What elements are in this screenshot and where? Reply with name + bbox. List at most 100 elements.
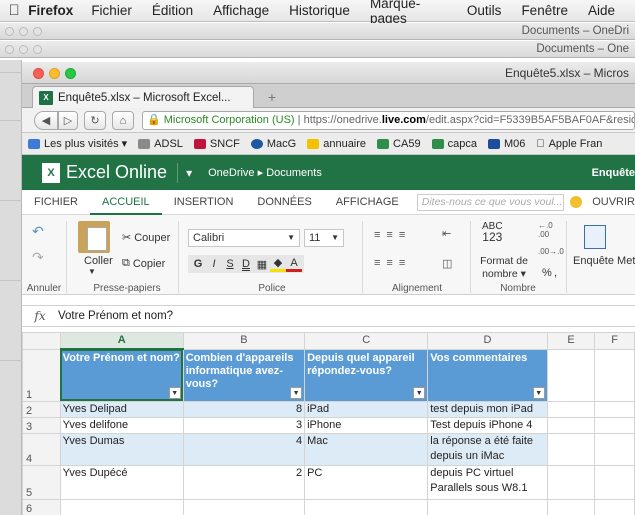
background-window-1[interactable]: Documents – OneDri bbox=[0, 23, 635, 40]
bookmark-ca59[interactable]: CA59 bbox=[377, 138, 421, 150]
cell-a5[interactable]: Yves Dupécé bbox=[59, 464, 184, 500]
row-header-6[interactable]: 6 bbox=[22, 498, 61, 515]
cell-a3[interactable]: Yves delifone bbox=[59, 416, 184, 434]
vertical-align-icons[interactable]: ≡≡≡ bbox=[374, 229, 411, 241]
cell-d6[interactable] bbox=[427, 498, 548, 515]
bookmark-macg[interactable]: MacG bbox=[250, 138, 296, 150]
bookmark-capca[interactable]: capca bbox=[431, 138, 477, 150]
filter-dropdown-icon[interactable]: ▼ bbox=[413, 386, 426, 399]
borders-icon[interactable]: ▦ bbox=[254, 258, 270, 271]
cell-c2[interactable]: iPad bbox=[304, 400, 429, 418]
url-field[interactable]: 🔒 Microsoft Corporation (US) | https://o… bbox=[142, 111, 635, 130]
menu-affichage[interactable]: Affichage bbox=[213, 3, 269, 18]
double-underline-button[interactable]: D bbox=[238, 258, 254, 270]
cell-d4[interactable]: la réponse a été faite depuis un iMac bbox=[427, 432, 548, 466]
undo-icon[interactable]: ↶ bbox=[32, 223, 44, 240]
cell-e5[interactable] bbox=[546, 464, 596, 500]
copy-button[interactable]: ⧉ Copier bbox=[122, 257, 165, 270]
cell-f3[interactable] bbox=[594, 416, 635, 434]
cell-c3[interactable]: iPhone bbox=[304, 416, 429, 434]
menu-app-firefox[interactable]: Firefox bbox=[28, 3, 73, 18]
row-header-3[interactable]: 3 bbox=[22, 416, 61, 434]
increase-decimal-icon[interactable]: ←.0.00 bbox=[538, 221, 553, 239]
menu-edition[interactable]: Édition bbox=[152, 3, 193, 18]
cell-b5[interactable]: 2 bbox=[182, 464, 306, 500]
filter-dropdown-icon[interactable]: ▼ bbox=[532, 386, 545, 399]
bookmark-adsl[interactable]: ADSL bbox=[138, 138, 183, 150]
comma-button[interactable]: , bbox=[554, 267, 557, 279]
cell-b4[interactable]: 4 bbox=[182, 432, 306, 466]
cell-f6[interactable] bbox=[594, 498, 635, 515]
back-button[interactable]: ◀ bbox=[34, 111, 58, 130]
cell-f2[interactable] bbox=[594, 400, 635, 418]
cell-e3[interactable] bbox=[546, 416, 596, 434]
cell-c4[interactable]: Mac bbox=[304, 432, 429, 466]
header-cell-d1[interactable]: Vos commentaires ▼ bbox=[427, 348, 548, 402]
filter-dropdown-icon[interactable]: ▼ bbox=[168, 386, 181, 399]
cell-a2[interactable]: Yves Delipad bbox=[59, 400, 184, 418]
row-header-5[interactable]: 5 bbox=[22, 464, 61, 500]
select-all-corner[interactable] bbox=[22, 332, 61, 350]
tab-accueil[interactable]: ACCUEIL bbox=[90, 189, 162, 215]
font-size-select[interactable]: 11 ▼ bbox=[304, 229, 344, 247]
insert-table-button[interactable]: Enquête Mettre bbox=[573, 255, 635, 267]
font-color-icon[interactable]: A bbox=[286, 257, 302, 272]
cut-button[interactable]: ✂ Couper bbox=[122, 231, 170, 245]
cell-d2[interactable]: test depuis mon iPad bbox=[427, 400, 548, 418]
bookmark-les-plus-visites[interactable]: Les plus visités ▾ bbox=[28, 137, 127, 150]
paste-button[interactable]: Coller bbox=[84, 255, 113, 267]
menu-outils[interactable]: Outils bbox=[467, 3, 502, 18]
paste-icon[interactable] bbox=[78, 221, 110, 253]
cell-b6[interactable] bbox=[182, 498, 306, 515]
menu-fenetre[interactable]: Fenêtre bbox=[521, 3, 568, 18]
number-format-icon[interactable]: ABC 123 bbox=[482, 221, 503, 243]
cell-a6[interactable] bbox=[59, 498, 184, 515]
header-cell-a1[interactable]: Votre Prénom et nom? ▼ bbox=[59, 348, 184, 402]
format-as-table-icon[interactable] bbox=[584, 225, 606, 249]
tab-affichage[interactable]: AFFICHAGE bbox=[324, 190, 411, 215]
cell-f1[interactable] bbox=[594, 348, 635, 402]
cell-c6[interactable] bbox=[304, 498, 429, 515]
apple-menu-icon[interactable]:  bbox=[0, 2, 28, 19]
menu-marque-pages[interactable]: Marque-pages bbox=[370, 0, 447, 26]
new-tab-button[interactable]: + bbox=[260, 88, 284, 108]
merge-icon[interactable]: ◫ bbox=[442, 257, 452, 270]
close-window-icon[interactable] bbox=[33, 68, 44, 79]
bookmark-annuaire[interactable]: annuaire bbox=[307, 138, 366, 150]
redo-icon[interactable]: ↷ bbox=[32, 249, 44, 266]
percent-button[interactable]: % bbox=[542, 267, 552, 279]
cell-b2[interactable]: 8 bbox=[182, 400, 306, 418]
background-window-2[interactable]: Documents – One bbox=[0, 41, 635, 58]
decrease-decimal-icon[interactable]: .00→.0 bbox=[538, 247, 564, 256]
cell-e4[interactable] bbox=[546, 432, 596, 466]
home-button[interactable]: ⌂ bbox=[112, 111, 134, 130]
tab-fichier[interactable]: FICHIER bbox=[22, 190, 90, 215]
row-header-2[interactable]: 2 bbox=[22, 400, 61, 418]
formula-input[interactable]: Votre Prénom et nom? bbox=[58, 310, 635, 322]
bold-button[interactable]: G bbox=[190, 258, 206, 270]
breadcrumb[interactable]: OneDrive ▸ Documents bbox=[208, 166, 322, 179]
bookmark-sncf[interactable]: SNCF bbox=[193, 138, 240, 150]
cell-d5[interactable]: depuis PC virtuel Parallels sous W8.1 bbox=[427, 464, 548, 500]
function-icon[interactable]: fx bbox=[22, 309, 58, 323]
column-header-c[interactable]: C bbox=[304, 332, 429, 350]
app-launcher-chevron-icon[interactable]: ▾ bbox=[186, 166, 192, 180]
underline-button[interactable]: S bbox=[222, 258, 238, 270]
bookmark-m06[interactable]: M06 bbox=[487, 138, 525, 150]
cell-e1[interactable] bbox=[546, 348, 596, 402]
reload-button[interactable]: ↻ bbox=[84, 111, 106, 130]
column-header-e[interactable]: E bbox=[546, 332, 596, 350]
cell-d3[interactable]: Test depuis iPhone 4 bbox=[427, 416, 548, 434]
menu-historique[interactable]: Historique bbox=[289, 3, 350, 18]
italic-button[interactable]: I bbox=[206, 258, 222, 270]
tab-donnees[interactable]: DONNÉES bbox=[245, 190, 323, 215]
tab-insertion[interactable]: INSERTION bbox=[162, 190, 246, 215]
column-header-a[interactable]: A bbox=[59, 332, 184, 350]
cell-c5[interactable]: PC bbox=[304, 464, 429, 500]
tell-me-input[interactable]: Dites-nous ce que vous voul... bbox=[416, 193, 565, 211]
cell-e6[interactable] bbox=[546, 498, 596, 515]
header-cell-b1[interactable]: Combien d'appareils informatique avez-vo… bbox=[182, 348, 306, 402]
column-header-d[interactable]: D bbox=[427, 332, 548, 350]
browser-tab[interactable]: X Enquête5.xlsx – Microsoft Excel... bbox=[32, 86, 254, 108]
horizontal-align-icons[interactable]: ≡≡≡ bbox=[374, 257, 411, 269]
